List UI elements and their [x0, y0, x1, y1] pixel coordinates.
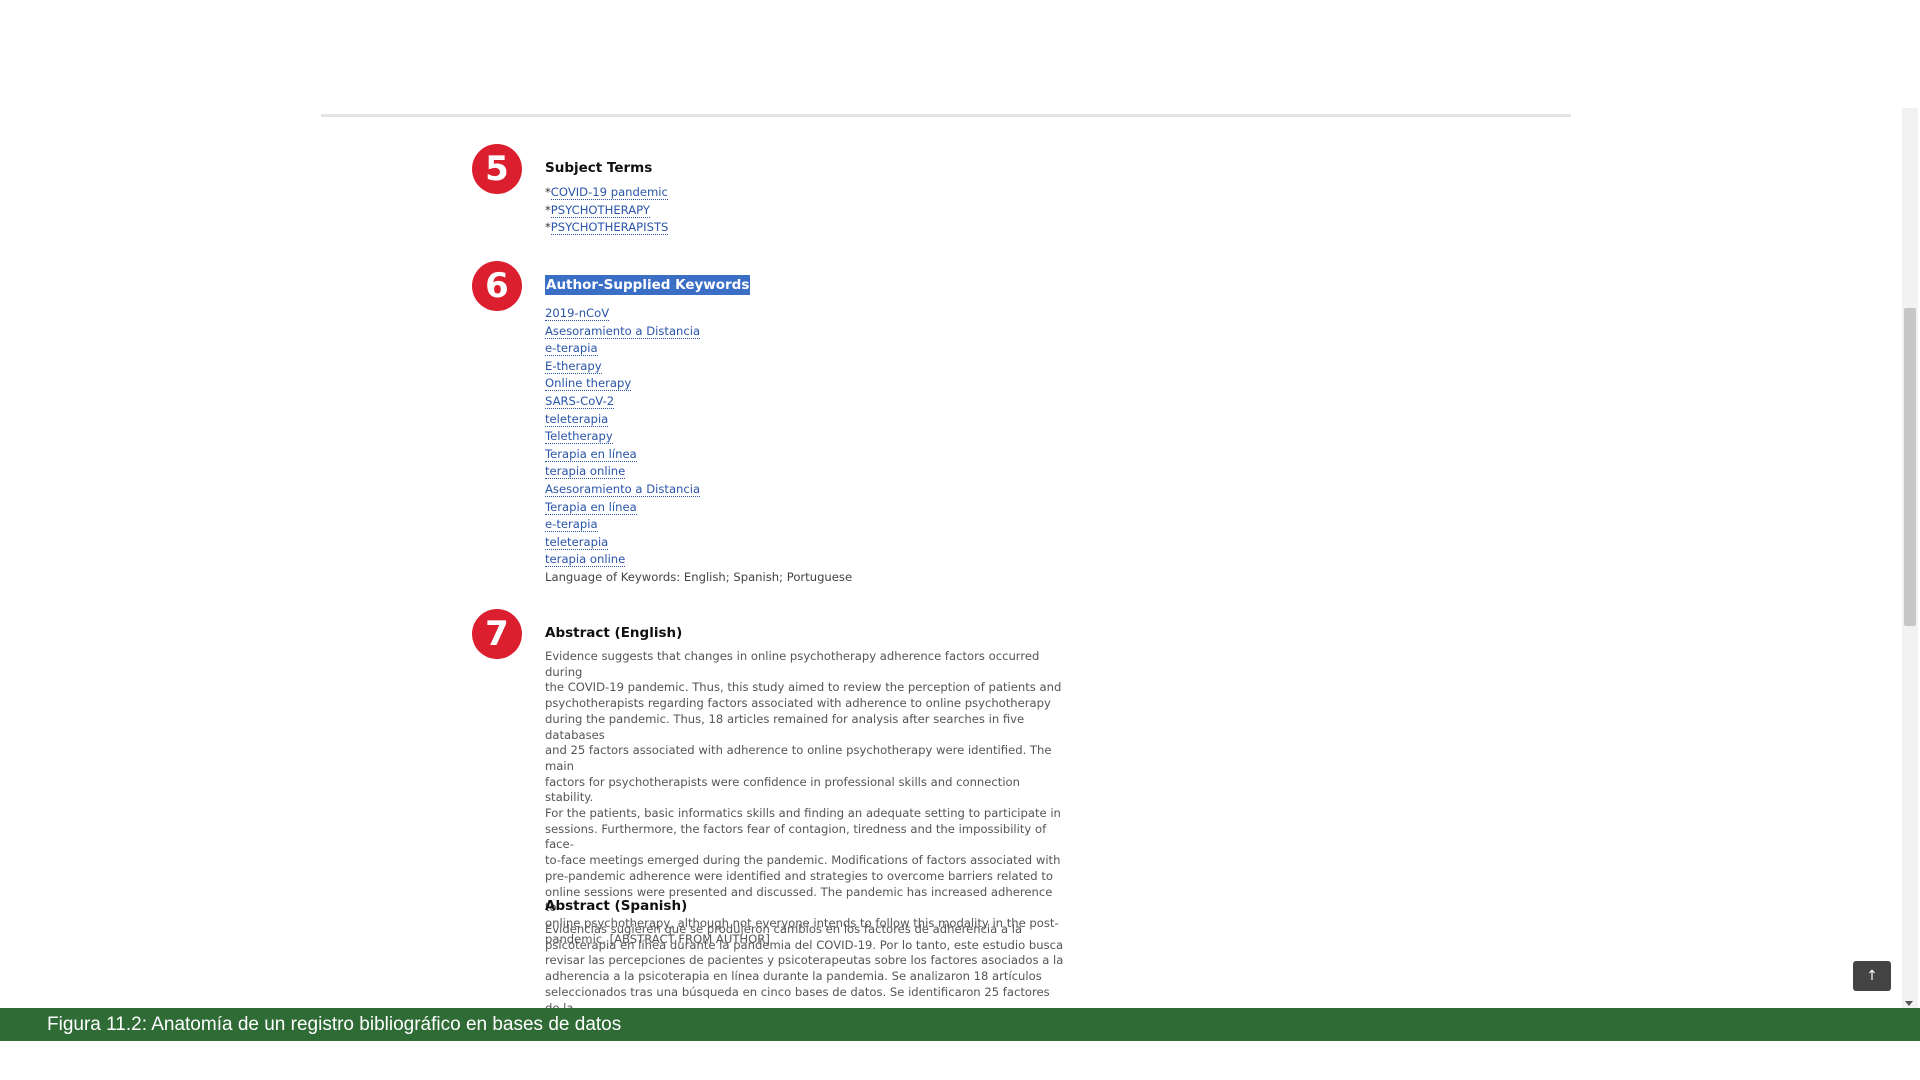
number-badge-7: 7 [472, 609, 522, 659]
term-link[interactable]: terapia online [545, 552, 626, 568]
abstract-line: sessions. Furthermore, the factors fear … [545, 821, 1047, 852]
abstract-line: and 25 factors associated with adherence… [545, 743, 1052, 773]
link-item: E-therapy [545, 358, 1105, 376]
term-link[interactable]: COVID-19 pandemic [550, 185, 668, 200]
abstract-line: to-face meetings emerged during the pand… [545, 853, 1061, 868]
link-item: SARS-CoV-2 [545, 393, 1105, 411]
term-link[interactable]: Asesoramiento a Distancia [545, 323, 701, 339]
abstract-line: For the patients, basic informatics skil… [545, 806, 1061, 821]
figure-caption-bar: Figura 11.2: Anatomía de un registro bib… [0, 1008, 1920, 1041]
abstract-line: the COVID-19 pandemic. Thus, this study … [545, 680, 1062, 695]
link-item: e-terapia [545, 516, 1105, 534]
abstract-line: factors for psychotherapists were confid… [545, 774, 1020, 805]
term-link[interactable]: Asesoramiento a Distancia [545, 481, 701, 497]
link-item: Asesoramiento a Distancia [545, 481, 1105, 499]
arrow-up-icon: ↑ [1866, 968, 1878, 984]
term-link[interactable]: PSYCHOTHERAPISTS [550, 220, 669, 236]
link-item: teleterapia [545, 534, 1105, 552]
subject-prefix: * [545, 185, 551, 199]
number-badge-6: 6 [472, 261, 522, 311]
abstract-line: during the pandemic. Thus, 18 articles r… [545, 711, 1025, 742]
term-link[interactable]: Terapia en línea [545, 499, 637, 515]
term-link[interactable]: Teletherapy [545, 429, 613, 445]
abstract-line: psicoterapia en línea durante la pandemi… [545, 937, 1064, 952]
term-link[interactable]: 2019-nCoV [545, 306, 610, 321]
number-badge-5: 5 [472, 144, 522, 194]
link-item: *COVID-19 pandemic [545, 184, 1105, 202]
term-link[interactable]: PSYCHOTHERAPY [550, 202, 650, 218]
back-to-top-button[interactable]: ↑ [1853, 961, 1891, 991]
term-link[interactable]: e-terapia [545, 517, 598, 533]
link-item: teleterapia [545, 411, 1105, 429]
abstract-line: adherencia a la psicoterapia en línea du… [545, 969, 1042, 984]
figure-caption: Figura 11.2: Anatomía de un registro bib… [47, 1014, 622, 1035]
term-link[interactable]: e-terapia [545, 341, 598, 357]
record-viewport: 5 Subject Terms *COVID-19 pandemic *PSYCH… [0, 0, 1920, 1008]
abstract-line: psychotherapists regarding factors assoc… [545, 696, 1051, 711]
subject-prefix: * [545, 202, 551, 217]
abstract-line: revisar las percepciones de pacientes y … [545, 953, 1064, 968]
abstract-spanish-heading: Abstract (Spanish) [545, 898, 688, 914]
term-link[interactable]: terapia online [545, 464, 626, 480]
link-item: Asesoramiento a Distancia [545, 323, 1105, 341]
link-item: e-terapia [545, 340, 1105, 358]
term-link[interactable]: SARS-CoV-2 [545, 393, 615, 409]
link-item: terapia online [545, 551, 1105, 569]
link-item: Online therapy [545, 375, 1105, 393]
term-link[interactable]: Terapia en línea [545, 446, 637, 462]
link-item: terapia online [545, 463, 1105, 481]
vertical-scrollbar[interactable] [1902, 108, 1918, 1008]
subject-prefix: * [545, 220, 551, 235]
scroll-down-arrow-icon[interactable] [1905, 1001, 1913, 1006]
abstract-line: seleccionados tras una búsqueda en cinco… [545, 984, 1050, 1008]
link-item: Terapia en línea [545, 446, 1105, 464]
subject-terms-heading: Subject Terms [545, 160, 653, 176]
subject-terms-list: *COVID-19 pandemic *PSYCHOTHERAPY *PSYCHOT… [545, 184, 1105, 237]
term-link[interactable]: E-therapy [545, 358, 602, 374]
term-link[interactable]: teleterapia [545, 411, 609, 427]
top-divider [321, 114, 1571, 117]
abstract-line: Evidence suggests that changes in online… [545, 649, 1040, 679]
link-item: Teletherapy [545, 428, 1105, 446]
author-keywords-list: 2019-nCoV Asesoramiento a Distancia e-tera… [545, 305, 1105, 569]
abstract-spanish-text: Evidencias sugieren que se produjeron ca… [545, 922, 1065, 1008]
term-link[interactable]: teleterapia [545, 534, 609, 550]
link-item: Terapia en línea [545, 499, 1105, 517]
author-keywords-heading: Author-Supplied Keywords [545, 275, 751, 295]
link-item: *PSYCHOTHERAPY [545, 202, 1105, 220]
term-link[interactable]: Online therapy [545, 376, 632, 392]
link-item: 2019-nCoV [545, 305, 1105, 323]
scrollbar-thumb[interactable] [1904, 308, 1916, 626]
keywords-language-note: Language of Keywords: English; Spanish; … [545, 569, 853, 584]
abstract-line: pre-pandemic adherence were identified a… [545, 868, 1053, 883]
abstract-line: Evidencias sugieren que se produjeron ca… [545, 922, 1023, 936]
link-item: *PSYCHOTHERAPISTS [545, 219, 1105, 237]
abstract-english-heading: Abstract (English) [545, 625, 683, 641]
